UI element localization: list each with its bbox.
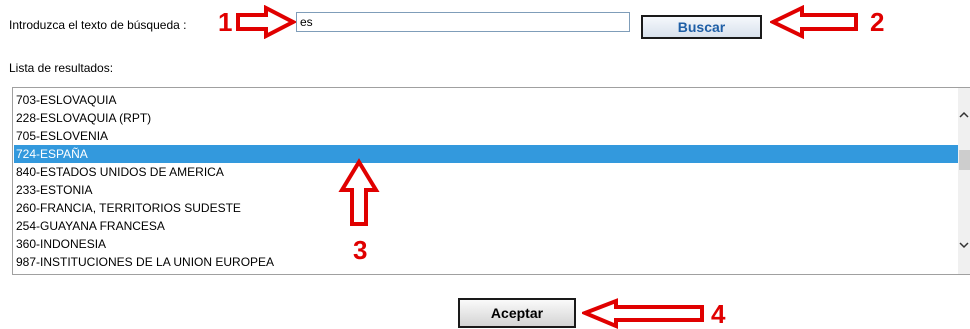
list-item[interactable]: 228-ESLOVAQUIA (RPT) xyxy=(14,109,959,127)
list-item[interactable]: 233-ESTONIA xyxy=(14,181,959,199)
results-listbox[interactable]: 703-ESLOVAQUIA 228-ESLOVAQUIA (RPT) 705-… xyxy=(12,87,970,275)
annotation-arrow-up-3-icon xyxy=(338,158,380,226)
list-item[interactable]: 254-GUAYANA FRANCESA xyxy=(14,217,959,235)
annotation-number-4: 4 xyxy=(711,299,726,329)
results-scrollbar[interactable] xyxy=(958,88,970,274)
list-item[interactable]: 840-ESTADOS UNIDOS DE AMERICA xyxy=(14,163,959,181)
accept-button[interactable]: Aceptar xyxy=(458,298,576,328)
annotation-arrow-right-1-icon xyxy=(236,5,296,39)
annotation-arrow-left-2-icon xyxy=(770,5,858,39)
list-item[interactable]: 260-FRANCIA, TERRITORIOS SUDESTE xyxy=(14,199,959,217)
annotation-number-3: 3 xyxy=(353,235,368,265)
search-input[interactable] xyxy=(296,12,630,32)
annotation-number-2: 2 xyxy=(870,7,885,37)
search-button[interactable]: Buscar xyxy=(641,15,762,39)
annotation-number-1: 1 xyxy=(218,7,233,37)
scroll-thumb[interactable] xyxy=(959,150,970,170)
scroll-up-icon[interactable] xyxy=(958,108,970,122)
list-item[interactable]: 987-INSTITUCIONES DE LA UNION EUROPEA xyxy=(14,253,959,271)
search-label: Introduzca el texto de búsqueda : xyxy=(9,18,187,32)
scroll-down-icon[interactable] xyxy=(958,238,970,252)
list-item[interactable]: 705-ESLOVENIA xyxy=(14,127,959,145)
list-item[interactable]: 360-INDONESIA xyxy=(14,235,959,253)
annotation-arrow-left-4-icon xyxy=(582,298,704,329)
list-item[interactable]: 703-ESLOVAQUIA xyxy=(14,91,959,109)
list-item-selected[interactable]: 724-ESPAÑA xyxy=(14,145,959,163)
results-list: 703-ESLOVAQUIA 228-ESLOVAQUIA (RPT) 705-… xyxy=(14,91,959,271)
results-label: Lista de resultados: xyxy=(9,61,114,75)
